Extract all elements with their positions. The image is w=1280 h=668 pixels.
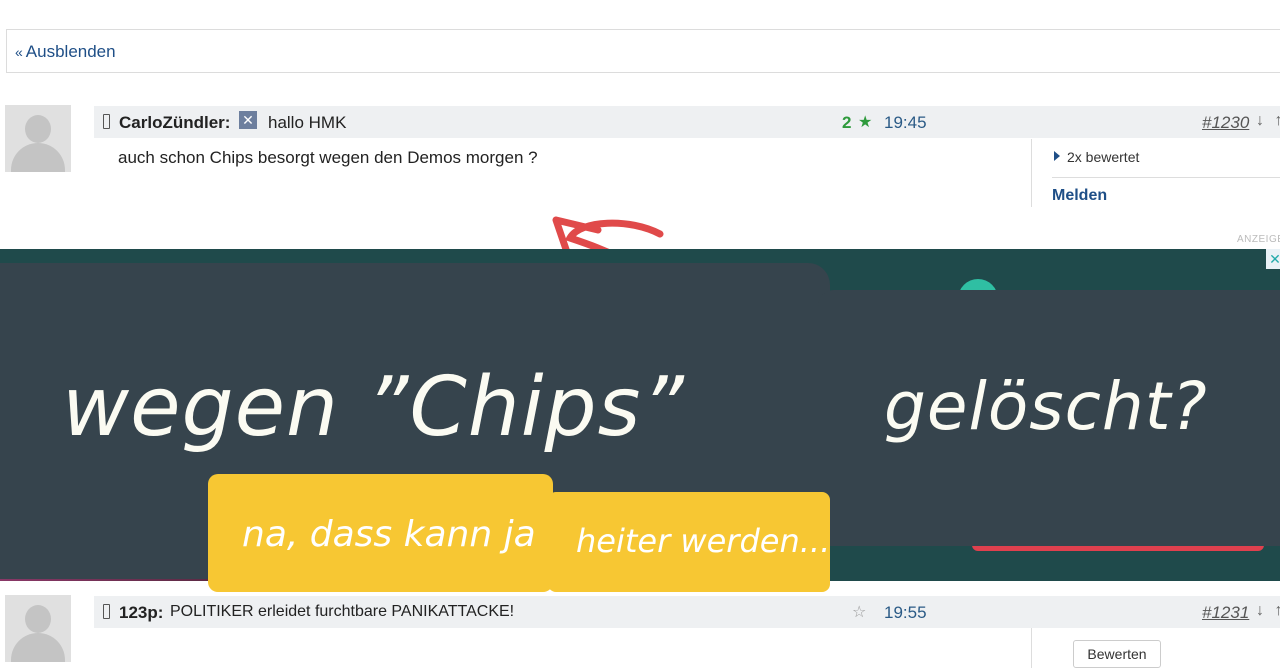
- comment-number-link[interactable]: #1231: [1202, 603, 1249, 623]
- ratings-toggle[interactable]: 2x bewertet: [1054, 149, 1139, 165]
- comment-number-link[interactable]: #1230: [1202, 113, 1249, 133]
- comment-subject: POLITIKER erleidet furchtbare PANIKATTAC…: [170, 603, 515, 620]
- overlay-caption-right: gelöscht?: [884, 368, 1208, 445]
- hide-link-label: Ausblenden: [25, 42, 116, 61]
- sticker-right-text: heiter werden...: [576, 522, 831, 560]
- navigate-arrows-icon[interactable]: ↓ ↑: [1256, 112, 1280, 130]
- ad-label: ANZEIGE: [1237, 234, 1280, 245]
- ad-close-icon[interactable]: ✕: [1266, 249, 1280, 269]
- avatar[interactable]: [5, 105, 71, 172]
- overlay-caption-left: wegen ”Chips”: [62, 360, 685, 455]
- comment-subject: hallo HMK: [268, 113, 347, 132]
- comment-header: 123p: POLITIKER erleidet furchtbare PANI…: [94, 596, 1280, 628]
- ratings-label: 2x bewertet: [1067, 149, 1140, 165]
- navigate-arrows-icon[interactable]: ↓ ↑: [1256, 602, 1280, 620]
- comment-header: CarloZündler: ✕ hallo HMK 2 ★ 19:45 #123…: [94, 106, 1280, 138]
- comment-author[interactable]: 123p:: [119, 603, 163, 623]
- avatar[interactable]: [5, 595, 71, 662]
- caret-right-icon: [1054, 151, 1060, 161]
- double-chevron-left-icon: «: [15, 44, 23, 60]
- comment-time: 19:55: [884, 603, 927, 622]
- comment-text: auch schon Chips besorgt wegen den Demos…: [118, 148, 538, 167]
- star-icon: ★: [858, 114, 873, 131]
- comment-time: 19:45: [884, 113, 927, 132]
- hide-link[interactable]: «Ausblenden: [15, 42, 116, 62]
- comment-author[interactable]: CarloZündler:: [119, 113, 230, 133]
- report-link[interactable]: Melden: [1052, 187, 1107, 205]
- comment-side-panel: 2x bewertet Melden: [1031, 139, 1280, 207]
- collapse-handle-icon[interactable]: [103, 604, 110, 619]
- hide-bar: «Ausblenden: [6, 29, 1280, 73]
- collapse-handle-icon[interactable]: [103, 114, 110, 129]
- sticker-left-text: na, dass kann ja: [242, 514, 536, 555]
- comment-score: 2: [842, 113, 852, 132]
- star-outline-icon[interactable]: ☆: [852, 602, 866, 622]
- flag-icon: ✕: [239, 111, 257, 129]
